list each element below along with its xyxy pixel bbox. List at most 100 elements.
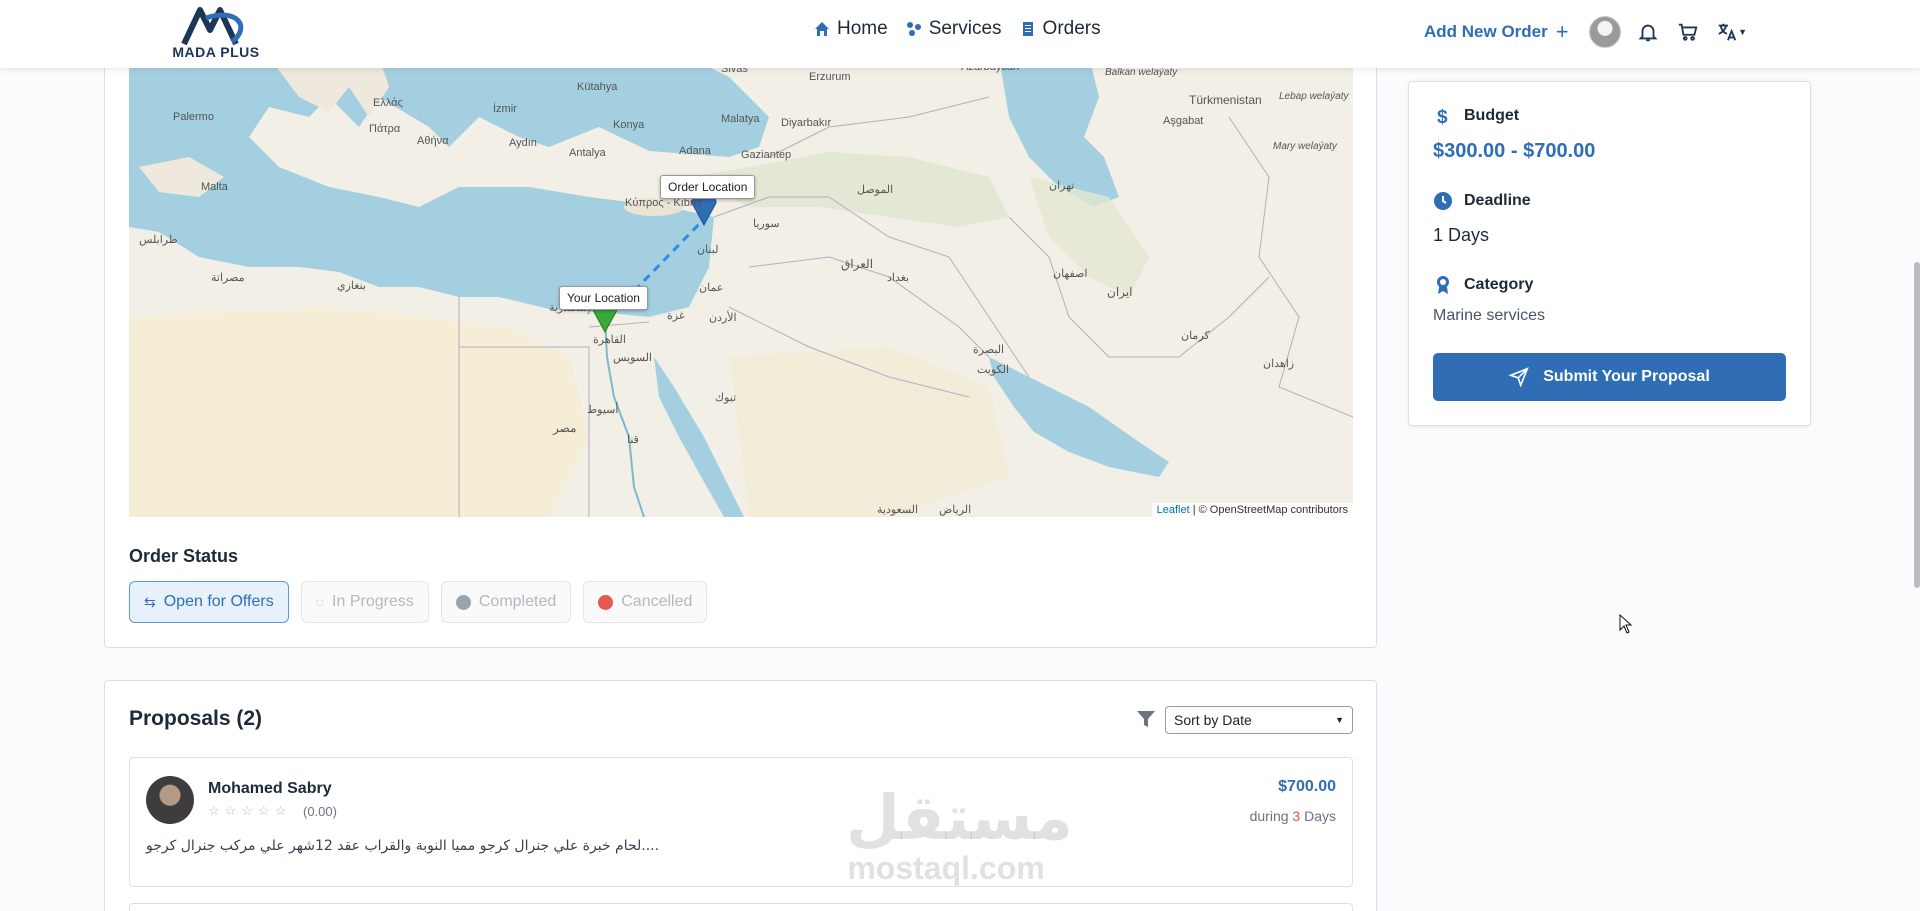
map-label-mary: Mary welaýaty: [1273, 141, 1337, 152]
add-new-order-button[interactable]: Add New Order +: [1424, 19, 1569, 45]
map-label-misrata: مصراتة: [211, 272, 245, 284]
submit-proposal-label: Submit Your Proposal: [1543, 368, 1710, 385]
map-label-lubnan: لبنان: [697, 244, 719, 256]
map-label-misr: مصر: [553, 421, 577, 435]
map-label-amman: عمان: [699, 282, 724, 294]
map-label-malta: Malta: [201, 181, 228, 193]
dollar-icon: $: [1437, 107, 1448, 126]
cart-button[interactable]: [1675, 19, 1701, 45]
map-attribution: Leaflet | © OpenStreetMap contributors: [1151, 503, 1353, 517]
status-in-progress[interactable]: ◌ In Progress: [300, 581, 429, 623]
map-label-kuwait: الكويت: [977, 364, 1010, 376]
map-label-asgabat: Aşgabat: [1163, 115, 1204, 127]
map-label-athina: Αθήνα: [417, 135, 449, 147]
plus-icon: +: [1555, 19, 1569, 44]
map-label-diyarbakir: Diyarbakır: [781, 117, 832, 129]
cart-icon: [1678, 23, 1698, 41]
mouse-cursor-icon: [1619, 614, 1633, 634]
proposer-avatar[interactable]: [146, 776, 194, 824]
map-label-suez: السويس: [613, 352, 652, 364]
submit-proposal-button[interactable]: Submit Your Proposal: [1433, 353, 1786, 401]
top-navbar: MADA PLUS Home Services Orders Add New O…: [0, 0, 1920, 68]
status-open-for-offers[interactable]: ⇆ Open for Offers: [129, 581, 289, 623]
category-value: Marine services: [1433, 307, 1546, 324]
nav-services[interactable]: Services: [906, 18, 1002, 40]
proposal-item[interactable]: [129, 903, 1353, 911]
filter-icon[interactable]: [1136, 709, 1156, 729]
chevron-down-icon: ▼: [1738, 27, 1748, 37]
award-icon: [1437, 276, 1449, 294]
map-label-gaziantep: Gaziantep: [741, 149, 792, 161]
deadline-label: Deadline: [1464, 192, 1531, 209]
page-scrollbar[interactable]: [1914, 262, 1920, 588]
status-cancelled-label: Cancelled: [621, 593, 693, 610]
map-label-kerman: کرمان: [1181, 330, 1210, 342]
duration-prefix: during: [1249, 808, 1289, 824]
map-label-antalya: Antalya: [569, 147, 606, 159]
logo[interactable]: MADA PLUS: [166, 6, 266, 62]
map-label-konya: Konya: [613, 119, 645, 131]
map-label-palermo: Palermo: [173, 111, 214, 123]
proposal-description: لحام خبرة علي جنرال كرجو مميا النوبة وال…: [146, 838, 660, 854]
sort-select-value: Sort by Date: [1174, 712, 1252, 728]
bell-icon: [1638, 24, 1658, 42]
category-label: Category: [1464, 276, 1534, 293]
map-label-tehran: تهران: [1049, 180, 1075, 192]
language-button[interactable]: ▼: [1715, 19, 1749, 45]
map-label-asyut: أسيوط: [587, 404, 619, 416]
map-label-adana: Adana: [679, 145, 711, 157]
nav-home[interactable]: Home: [814, 18, 888, 40]
chevron-down-icon: ▼: [1335, 715, 1344, 725]
watermark-arabic: مستقل: [846, 781, 1073, 854]
budget-label-row: $ Budget: [1433, 106, 1519, 126]
user-avatar[interactable]: [1588, 16, 1621, 48]
map-label-isfahan: اصفهان: [1053, 268, 1088, 280]
map-label-mosul: الموصل: [857, 184, 894, 196]
proposals-title: Proposals (2): [129, 707, 263, 730]
check-circle-icon: [455, 594, 471, 610]
your-location-tooltip: Your Location: [559, 286, 648, 310]
order-location-tooltip: Order Location: [660, 175, 756, 199]
rating-value: (0.00): [303, 804, 337, 819]
map-label-ghaza: غزة: [667, 310, 685, 322]
watermark-english: mostaql.com: [847, 850, 1045, 886]
budget-value: $300.00 - $700.00: [1433, 140, 1596, 162]
order-map[interactable]: Palermo Malta Ελλάς Πάτρα Αθήνα İzmir Ay…: [129, 57, 1353, 517]
status-cancelled[interactable]: Cancelled: [583, 581, 708, 623]
handshake-icon: ⇆: [144, 593, 156, 610]
proposal-duration: during 3 Days: [1250, 808, 1336, 824]
osm-attribution: | © OpenStreetMap contributors: [1192, 504, 1348, 516]
rating-stars-icon: ☆☆☆☆☆: [208, 803, 292, 818]
nav-services-label: Services: [928, 18, 1002, 39]
status-open-label: Open for Offers: [163, 593, 274, 610]
add-new-order-label: Add New Order: [1424, 22, 1548, 41]
proposer-name[interactable]: Mohamed Sabry: [208, 780, 332, 798]
duration-suffix: Days: [1304, 808, 1336, 824]
nav-orders[interactable]: Orders: [1020, 18, 1101, 40]
services-icon: [906, 22, 921, 36]
map-label-jordan: الأردن: [709, 312, 737, 324]
spinner-icon: ◌: [315, 594, 325, 610]
leaflet-link[interactable]: Leaflet: [1157, 504, 1190, 516]
logo-mark-icon: [181, 7, 244, 46]
map-label-tripoli: طرابلس: [139, 234, 178, 246]
deadline-value: 1 Days: [1433, 225, 1490, 245]
home-icon: [815, 22, 829, 36]
map-label-patra: Πάτρα: [369, 123, 401, 135]
map-label-kutahya: Kütahya: [577, 81, 618, 93]
orders-icon: [1022, 22, 1033, 36]
status-completed-label: Completed: [478, 593, 557, 610]
svg-text:$: $: [1437, 107, 1448, 126]
logo-text: MADA PLUS: [172, 44, 260, 60]
status-completed[interactable]: Completed: [440, 581, 572, 623]
deadline-label-row: Deadline: [1433, 191, 1531, 211]
sort-select[interactable]: Sort by Date ▼: [1165, 706, 1353, 734]
map-label-ellada: Ελλάς: [373, 97, 403, 109]
status-progress-label: In Progress: [332, 593, 414, 610]
notifications-button[interactable]: [1635, 19, 1661, 45]
proposal-item[interactable]: Mohamed Sabry ☆☆☆☆☆ (0.00) مستقل mostaql…: [129, 757, 1353, 887]
nav-actions: Add New Order + ▼: [1424, 16, 1763, 48]
budget-label: Budget: [1464, 107, 1520, 124]
duration-number: 3: [1292, 808, 1301, 824]
map-label-zahedan: زاهدان: [1263, 358, 1295, 370]
